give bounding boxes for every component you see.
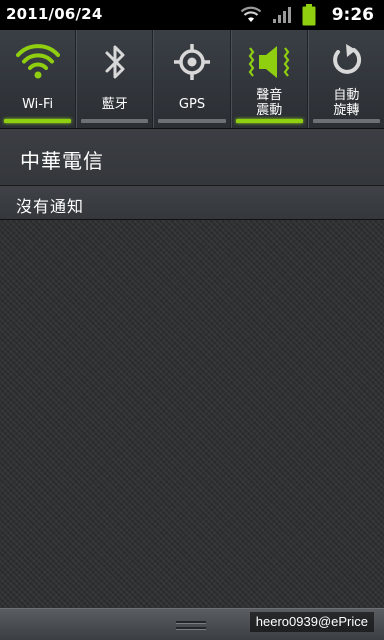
watermark: heero0939@ePrice [249, 612, 374, 632]
battery-icon [302, 4, 316, 26]
status-time: 9:26 [331, 5, 374, 25]
no-notifications-label: 沒有通知 [16, 197, 85, 216]
quick-settings-toggles: Wi-Fi 藍牙 GPS 聲音 震動 自動 旋轉 [0, 30, 384, 129]
status-bar: 2011/06/24 9:26 [0, 0, 384, 30]
toggle-bluetooth-indicator [81, 119, 149, 123]
toggle-wifi-label: Wi-Fi [22, 97, 54, 112]
notification-list [0, 220, 384, 608]
toggle-sound-label-line2: 震動 [256, 103, 283, 118]
grip-icon [176, 621, 206, 631]
toggle-gps-label: GPS [178, 97, 206, 112]
toggle-auto-rotate[interactable]: 自動 旋轉 [307, 30, 384, 128]
carrier-bar: 中華電信 [0, 129, 384, 186]
auto-rotate-icon [333, 44, 362, 74]
sound-vibrate-icon [248, 46, 290, 78]
notifications-header: 沒有通知 [0, 186, 384, 220]
toggle-sound-label-line1: 聲音 [256, 88, 283, 103]
toggle-bluetooth-label: 藍牙 [101, 97, 128, 112]
toggle-bluetooth[interactable]: 藍牙 [76, 30, 154, 128]
gps-icon [174, 44, 210, 80]
wifi-signal-icon [240, 6, 261, 22]
wifi-icon [15, 44, 60, 79]
toggle-gps-indicator [158, 119, 226, 123]
toggle-sound-vibrate-label: 聲音 震動 [232, 88, 307, 118]
bluetooth-icon [105, 45, 125, 79]
carrier-name: 中華電信 [20, 149, 104, 173]
toggle-wifi[interactable]: Wi-Fi [0, 30, 77, 128]
toggle-auto-rotate-indicator [312, 119, 381, 123]
cell-signal-icon [272, 7, 291, 23]
toggle-wifi-indicator [4, 119, 72, 123]
toggle-rotate-label-line2: 旋轉 [333, 103, 360, 118]
toggle-sound-vibrate[interactable]: 聲音 震動 [230, 30, 308, 128]
toggle-sound-vibrate-indicator [235, 119, 303, 123]
notification-shade: 2011/06/24 9:26 Wi-Fi 藍牙 GPS 聲音 震動 自動 旋轉… [0, 0, 384, 640]
toggle-rotate-label-line1: 自動 [333, 88, 360, 103]
status-icons: 9:26 [240, 3, 374, 27]
status-date: 2011/06/24 [6, 5, 103, 23]
toggle-auto-rotate-label: 自動 旋轉 [309, 88, 384, 118]
toggle-gps[interactable]: GPS [153, 30, 231, 128]
